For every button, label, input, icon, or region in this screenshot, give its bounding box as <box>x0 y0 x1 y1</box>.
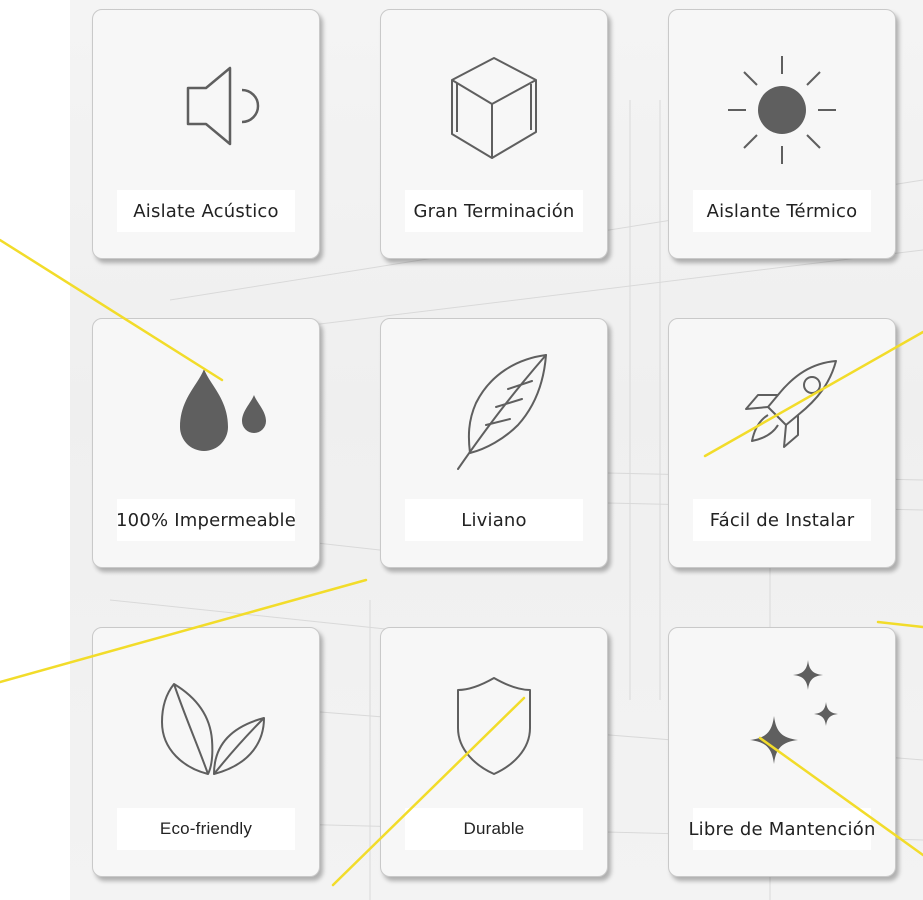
feature-label: Aislante Térmico <box>706 200 858 222</box>
water-drops-icon <box>136 341 276 481</box>
feature-card-eco[interactable]: Eco-friendly <box>92 627 320 877</box>
feature-label: Eco-friendly <box>159 819 253 838</box>
feature-card-thermal[interactable]: Aislante Térmico <box>668 9 896 259</box>
feature-label: Libre de Mantención <box>688 818 876 840</box>
feature-label: Durable <box>463 819 525 838</box>
shield-icon <box>424 650 564 790</box>
feature-card-maintenance-free[interactable]: Libre de Mantención <box>668 627 896 877</box>
leaves-icon <box>136 650 276 790</box>
speaker-icon <box>136 32 276 172</box>
feather-icon <box>424 341 564 481</box>
cube-icon <box>424 32 564 172</box>
rocket-icon <box>712 341 852 481</box>
feature-card-durable[interactable]: Durable <box>380 627 608 877</box>
feature-card-finish[interactable]: Gran Terminación <box>380 9 608 259</box>
feature-label: 100% Impermeable <box>116 509 296 531</box>
feature-card-light[interactable]: Liviano <box>380 318 608 568</box>
sun-icon <box>712 32 852 172</box>
feature-label: Fácil de Instalar <box>709 509 855 531</box>
feature-card-easy-install[interactable]: Fácil de Instalar <box>668 318 896 568</box>
feature-card-waterproof[interactable]: 100% Impermeable <box>92 318 320 568</box>
feature-label: Gran Terminación <box>413 200 575 222</box>
feature-label: Aislate Acústico <box>133 200 279 222</box>
feature-card-acoustic[interactable]: Aislate Acústico <box>92 9 320 259</box>
sparkles-icon <box>712 650 852 790</box>
feature-label: Liviano <box>461 509 527 531</box>
